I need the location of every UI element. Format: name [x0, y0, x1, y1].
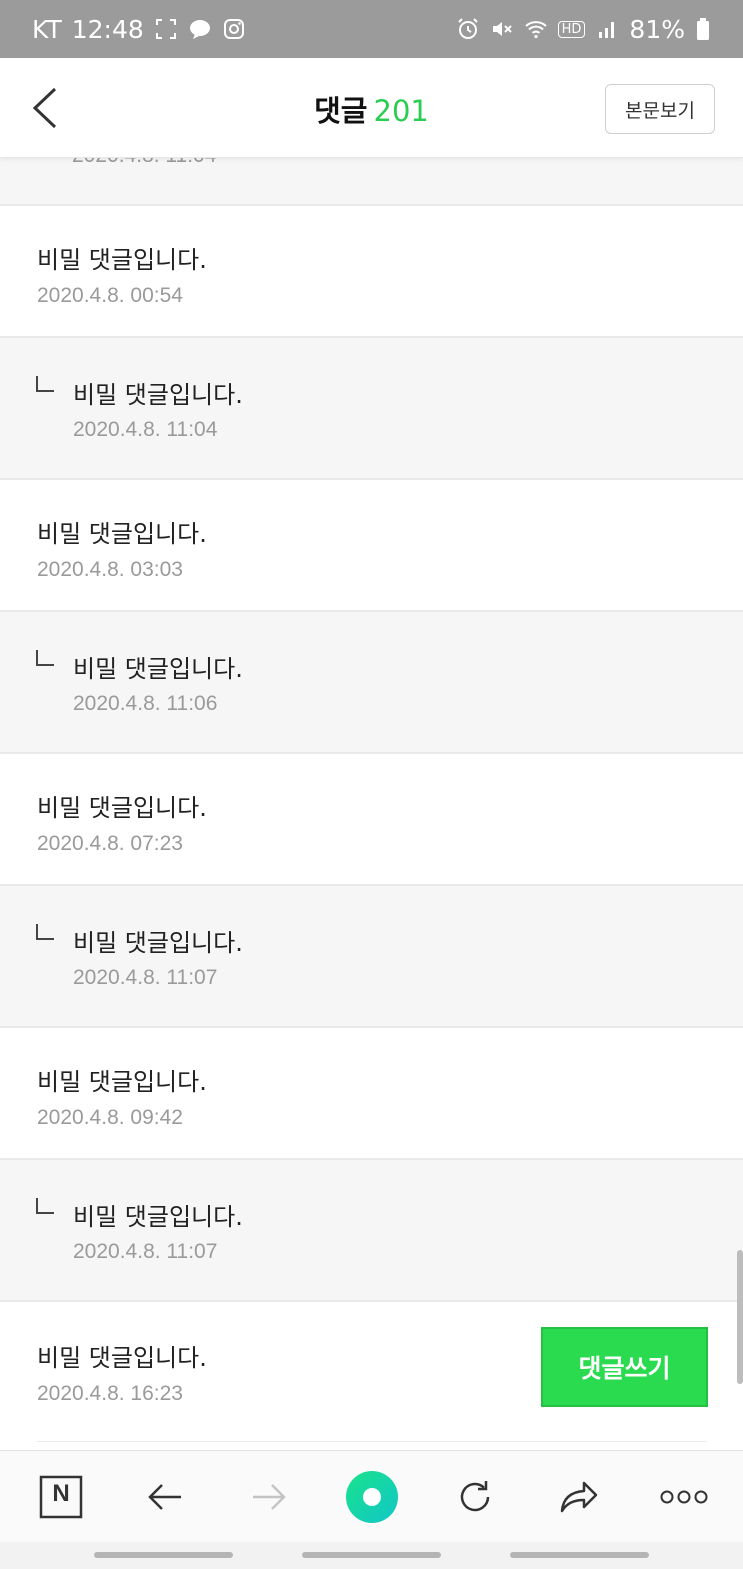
scrollbar[interactable]	[737, 1250, 743, 1384]
comment-text: 비밀 댓글입니다.	[73, 1203, 243, 1231]
signal-icon	[595, 17, 619, 41]
instagram-icon	[222, 17, 246, 41]
green-dot-button[interactable]	[344, 1469, 400, 1525]
arrow-right-icon	[253, 1484, 286, 1510]
view-post-button[interactable]: 본문보기	[605, 84, 715, 134]
wifi-icon	[524, 17, 548, 41]
reply-arrow-icon	[36, 924, 54, 940]
back-nav-button[interactable]	[141, 1473, 189, 1521]
comment-date: 2020.4.8. 11:04	[72, 158, 216, 168]
clock: 12:48	[71, 14, 144, 44]
comment-date: 2020.4.8. 09:42	[37, 1106, 183, 1129]
hd-badge: HD	[557, 20, 586, 38]
divider	[37, 1441, 706, 1442]
list-item[interactable]: 비밀 댓글입니다. 2020.4.8. 09:42	[0, 1028, 743, 1160]
list-item[interactable]: 비밀 댓글입니다. 2020.4.8. 11:07	[0, 886, 743, 1028]
comment-date: 2020.4.8. 03:03	[37, 558, 183, 581]
share-button[interactable]	[555, 1473, 603, 1521]
gesture-pill[interactable]	[302, 1552, 441, 1558]
comment-date: 2020.4.8. 11:07	[73, 1240, 218, 1263]
comment-date: 2020.4.8. 00:54	[37, 284, 183, 307]
comment-text: 비밀 댓글입니다.	[73, 929, 243, 957]
battery-icon	[695, 17, 711, 41]
comment-text: 비밀 댓글입니다.	[37, 246, 207, 274]
comment-text: 비밀 댓글입니다.	[37, 794, 207, 822]
green-dot-icon	[346, 1471, 398, 1523]
gesture-pill[interactable]	[510, 1552, 649, 1558]
comment-date: 2020.4.8. 11:06	[73, 692, 218, 715]
comments-header: 댓글 201 본문보기	[0, 58, 743, 158]
write-comment-button[interactable]: 댓글쓰기	[541, 1327, 708, 1407]
comment-list: 2020.4.8. 11:04 비밀 댓글입니다. 2020.4.8. 00:5…	[0, 158, 743, 1450]
more-button[interactable]	[656, 1473, 712, 1521]
arrow-left-icon	[148, 1484, 181, 1510]
reply-arrow-icon	[36, 376, 54, 392]
carrier-label: KT	[32, 14, 62, 44]
list-item[interactable]: 비밀 댓글입니다. 2020.4.8. 00:54	[0, 206, 743, 338]
comment-text: 비밀 댓글입니다.	[37, 1344, 207, 1372]
battery-level: 81%	[629, 14, 685, 44]
browser-toolbar: N	[0, 1450, 743, 1542]
list-item[interactable]: 2020.4.8. 11:04	[0, 158, 743, 206]
talk-icon	[188, 17, 212, 41]
forward-nav-button[interactable]	[245, 1473, 293, 1521]
comment-text: 비밀 댓글입니다.	[37, 520, 207, 548]
alarm-icon	[456, 17, 480, 41]
reply-arrow-icon	[36, 1198, 54, 1214]
comment-text: 비밀 댓글입니다.	[37, 1068, 207, 1096]
list-item[interactable]: 비밀 댓글입니다. 2020.4.8. 11:06	[0, 612, 743, 754]
status-bar: KT 12:48 HD 81%	[0, 0, 743, 58]
screenshot-icon	[154, 17, 178, 41]
more-icon	[660, 1490, 708, 1504]
list-item[interactable]: 비밀 댓글입니다. 2020.4.8. 07:23	[0, 754, 743, 886]
list-item[interactable]: 비밀 댓글입니다. 2020.4.8. 11:04	[0, 338, 743, 480]
list-item[interactable]: 비밀 댓글입니다. 2020.4.8. 03:03	[0, 480, 743, 612]
mute-icon	[490, 17, 514, 41]
comment-text: 비밀 댓글입니다.	[73, 381, 243, 409]
share-icon	[560, 1481, 598, 1513]
list-item[interactable]: 비밀 댓글입니다. 2020.4.8. 11:07	[0, 1160, 743, 1302]
comment-date: 2020.4.8. 11:07	[73, 966, 218, 989]
title-label: 댓글	[314, 94, 368, 128]
comment-date: 2020.4.8. 11:04	[73, 418, 218, 441]
gesture-pill[interactable]	[94, 1552, 233, 1558]
naver-home-button[interactable]: N	[37, 1473, 85, 1521]
refresh-icon	[460, 1481, 490, 1512]
refresh-button[interactable]	[451, 1473, 499, 1521]
home-glyph: N	[52, 1480, 70, 1507]
comment-date: 2020.4.8. 16:23	[37, 1382, 183, 1405]
gesture-bar	[0, 1542, 743, 1569]
comment-date: 2020.4.8. 07:23	[37, 832, 183, 855]
reply-arrow-icon	[36, 650, 54, 666]
comment-count: 201	[373, 94, 429, 128]
comment-text: 비밀 댓글입니다.	[73, 655, 243, 683]
